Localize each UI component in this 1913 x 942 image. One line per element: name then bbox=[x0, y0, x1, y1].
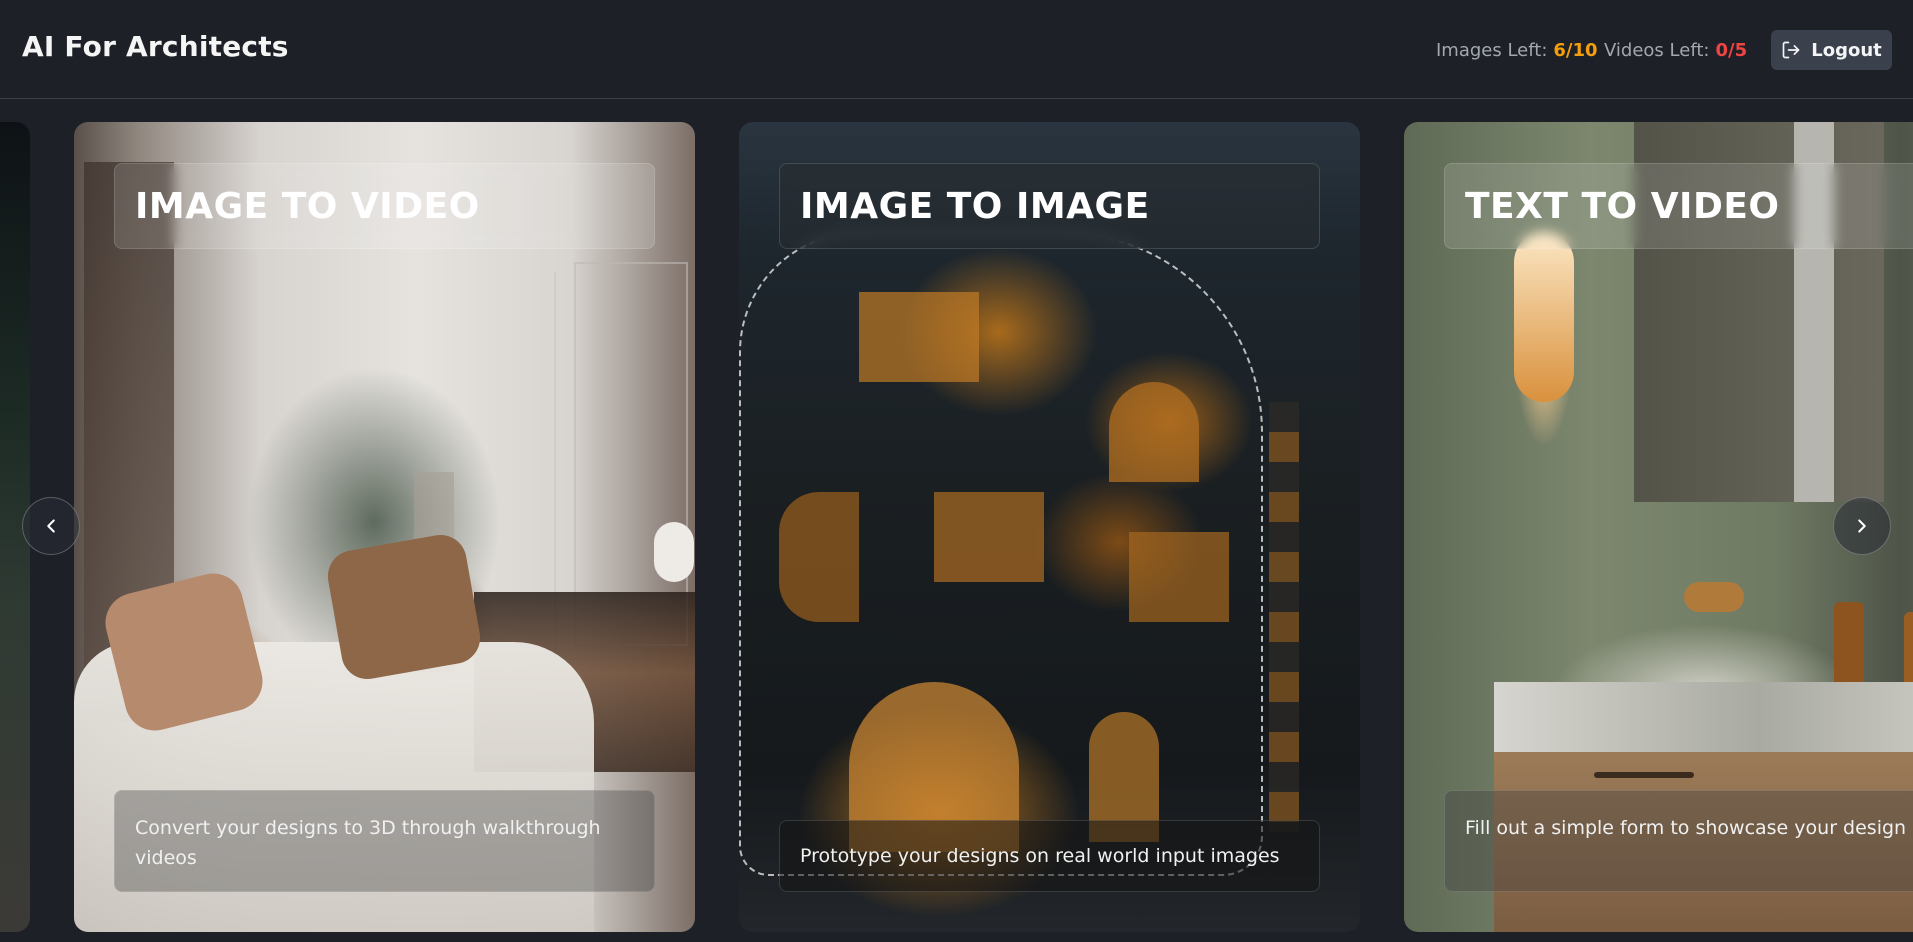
carousel-prev-button[interactable] bbox=[22, 497, 80, 555]
card-description: Convert your designs to 3D through walkt… bbox=[114, 790, 655, 892]
feature-carousel: IMAGE TO VIDEO Convert your designs to 3… bbox=[0, 122, 1913, 932]
card-title: IMAGE TO VIDEO bbox=[135, 186, 480, 227]
card-description: Prototype your designs on real world inp… bbox=[779, 820, 1320, 892]
carousel-next-button[interactable] bbox=[1833, 497, 1891, 555]
videos-left-label: Videos Left: bbox=[1604, 40, 1710, 61]
videos-left-quota: Videos Left: 0/5 bbox=[1604, 40, 1747, 61]
images-left-quota: Images Left: 6/10 bbox=[1436, 40, 1598, 61]
logout-button[interactable]: Logout bbox=[1771, 30, 1892, 70]
images-left-label: Images Left: bbox=[1436, 40, 1548, 61]
card-title-box: IMAGE TO VIDEO bbox=[114, 163, 655, 249]
chevron-right-icon bbox=[1858, 519, 1866, 533]
card-image-to-video[interactable]: IMAGE TO VIDEO Convert your designs to 3… bbox=[74, 122, 695, 932]
videos-left-value: 0/5 bbox=[1715, 40, 1748, 61]
top-bar: AI For Architects Images Left: 6/10 Video… bbox=[0, 0, 1913, 99]
logout-label: Logout bbox=[1811, 39, 1882, 61]
card-image-to-image[interactable]: IMAGE TO IMAGE Prototype your designs on… bbox=[739, 122, 1360, 932]
chevron-left-icon bbox=[47, 519, 55, 533]
card-title: IMAGE TO IMAGE bbox=[800, 186, 1150, 227]
brand-title: AI For Architects bbox=[22, 30, 289, 63]
logout-icon bbox=[1782, 41, 1800, 59]
card-description: Fill out a simple form to showcase your … bbox=[1444, 790, 1913, 892]
card-title: TEXT TO VIDEO bbox=[1465, 186, 1780, 227]
card-title-box: TEXT TO VIDEO bbox=[1444, 163, 1913, 249]
card-title-box: IMAGE TO IMAGE bbox=[779, 163, 1320, 249]
images-left-value: 6/10 bbox=[1553, 40, 1598, 61]
